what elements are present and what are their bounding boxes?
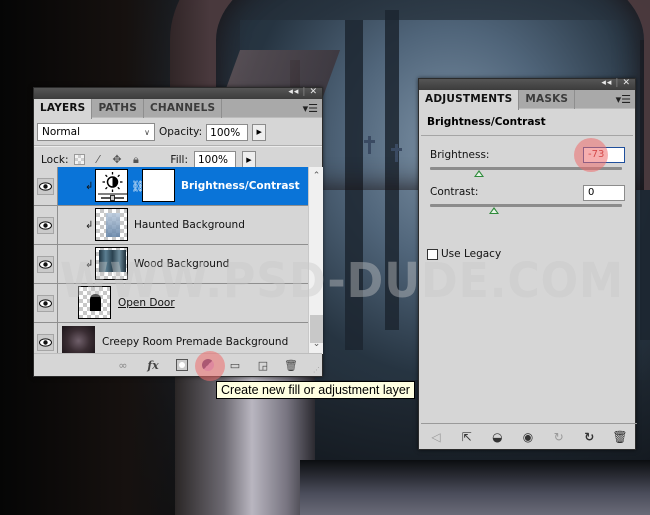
lock-label: Lock: [41, 153, 69, 166]
layer-name[interactable]: Brightness/Contrast [181, 180, 300, 192]
lock-position-icon[interactable]: ✥ [110, 153, 123, 166]
layer-row-wood-background[interactable]: ↲ Wood Background [34, 245, 308, 284]
layers-panel: ◂◂ | ✕ LAYERS PATHS CHANNELS ▾☰ Normal ∨… [33, 87, 323, 377]
tooltip: Create new fill or adjustment layer [216, 381, 415, 399]
tab-layers[interactable]: LAYERS [34, 99, 93, 119]
layers-footer: ∞ fx ▭ ◲ 🗑︎ [34, 353, 322, 376]
add-mask-icon[interactable] [176, 359, 188, 371]
brightness-contrast-icon [98, 172, 127, 201]
visibility-eye-icon[interactable] [37, 294, 54, 312]
delete-layer-icon[interactable]: 🗑︎ [284, 358, 298, 372]
panel-menu-icon[interactable]: ▾☰ [303, 102, 318, 115]
brightness-slider-track[interactable] [430, 167, 622, 170]
scroll-up-icon[interactable]: ⌃ [311, 171, 322, 183]
visibility-eye-icon[interactable] [37, 177, 54, 195]
blend-mode-value: Normal [42, 126, 80, 138]
new-group-icon[interactable]: ▭ [228, 358, 242, 372]
contrast-slider-track[interactable] [430, 204, 622, 207]
layer-mask-thumbnail[interactable] [142, 169, 175, 202]
opacity-slider-button[interactable]: ▶ [252, 123, 267, 141]
lock-image-icon[interactable]: ⁄ [91, 153, 104, 166]
layer-row-open-door[interactable]: Open Door [34, 284, 308, 323]
tab-paths[interactable]: PATHS [92, 99, 144, 118]
tab-channels[interactable]: CHANNELS [144, 99, 223, 118]
contrast-slider-thumb[interactable] [489, 207, 499, 214]
lock-all-icon[interactable]: 🔒︎ [129, 153, 142, 167]
visibility-icon[interactable]: ◉ [519, 430, 537, 444]
brightness-label: Brightness: [430, 149, 490, 161]
use-legacy-label: Use Legacy [441, 248, 502, 260]
fx-icon[interactable]: fx [144, 358, 162, 372]
close-panel-icon[interactable]: ✕ [309, 87, 318, 97]
lock-transparency-icon[interactable] [74, 154, 86, 165]
chevron-down-icon: ∨ [144, 127, 150, 137]
view-previous-icon[interactable]: ↻ [550, 430, 568, 444]
layer-name[interactable]: Haunted Background [134, 219, 245, 231]
back-icon[interactable]: ◁ [427, 430, 445, 444]
scroll-down-icon[interactable]: ⌄ [311, 339, 322, 351]
visibility-eye-icon[interactable] [37, 216, 54, 234]
adjustment-thumbnail[interactable] [95, 169, 128, 202]
resize-grip-icon[interactable]: ⋰ [313, 366, 320, 374]
new-layer-icon[interactable]: ◲ [256, 358, 270, 372]
panel-menu-icon[interactable]: ▾☰ [616, 93, 631, 106]
clipping-arrow-icon: ↲ [85, 181, 94, 192]
brightness-input[interactable]: -73 [583, 147, 625, 163]
close-panel-icon[interactable]: ✕ [622, 78, 631, 88]
layers-list: ↲ ⛓ Brightness/Contrast ↲ Haunted Backgr… [34, 167, 308, 354]
collapse-panel-icon[interactable]: ◂◂ [288, 87, 299, 97]
fill-slider-button[interactable]: ▶ [242, 151, 256, 168]
contrast-label: Contrast: [430, 186, 479, 198]
layer-row-haunted-background[interactable]: ↲ Haunted Background [34, 206, 308, 245]
panel-titlebar[interactable]: ◂◂ | ✕ [34, 87, 322, 99]
layers-tabs: LAYERS PATHS CHANNELS ▾☰ [34, 99, 322, 119]
clip-to-layer-icon[interactable]: ◒ [488, 430, 506, 444]
opacity-label: Opacity: [159, 126, 203, 138]
adjustments-footer: ◁ ⇱ ◒ ◉ ↻ ↻ 🗑︎ [421, 423, 637, 449]
delete-icon[interactable]: 🗑︎ [611, 430, 629, 444]
adjustments-panel: ◂◂ | ✕ ADJUSTMENTS MASKS ▾☰ Brightness/C… [418, 78, 637, 450]
expand-view-icon[interactable]: ⇱ [458, 430, 476, 444]
layer-thumbnail[interactable] [62, 326, 95, 354]
clipping-arrow-icon: ↲ [85, 220, 94, 231]
tab-masks[interactable]: MASKS [519, 90, 576, 109]
fill-input[interactable]: 100% [194, 151, 236, 168]
layer-row-brightness-contrast[interactable]: ↲ ⛓ Brightness/Contrast [34, 167, 308, 206]
opacity-input[interactable]: 100% [206, 123, 249, 141]
blend-row: Normal ∨ Opacity: 100% ▶ [34, 118, 322, 146]
use-legacy-checkbox[interactable] [427, 249, 438, 260]
contrast-input[interactable]: 0 [583, 185, 625, 201]
layer-name[interactable]: Wood Background [134, 258, 229, 270]
fill-label: Fill: [170, 153, 188, 166]
layer-name[interactable]: Open Door [118, 297, 175, 309]
new-adjustment-layer-icon[interactable] [202, 359, 214, 371]
tab-adjustments[interactable]: ADJUSTMENTS [419, 90, 520, 110]
blend-mode-select[interactable]: Normal ∨ [37, 123, 155, 141]
layer-thumbnail[interactable] [95, 247, 128, 280]
clipping-arrow-icon: ↲ [85, 259, 94, 270]
layers-scrollbar[interactable]: ⌃ ⌄ [308, 167, 323, 354]
panel-titlebar[interactable]: ◂◂ | ✕ [419, 78, 635, 90]
visibility-eye-icon[interactable] [37, 334, 54, 351]
collapse-panel-icon[interactable]: ◂◂ [601, 78, 612, 88]
stone-floor [300, 460, 650, 515]
layer-row-creepy-room[interactable]: Creepy Room Premade Background [34, 323, 308, 354]
layer-thumbnail[interactable] [78, 286, 111, 319]
adjustment-title: Brightness/Contrast [421, 109, 633, 136]
visibility-eye-icon[interactable] [37, 255, 54, 273]
reset-icon[interactable]: ↻ [580, 430, 598, 444]
brightness-slider-thumb[interactable] [474, 170, 485, 177]
layer-name[interactable]: Creepy Room Premade Background [102, 336, 288, 348]
layer-thumbnail[interactable] [95, 208, 128, 241]
link-layers-icon[interactable]: ∞ [116, 358, 130, 372]
adjustments-tabs: ADJUSTMENTS MASKS ▾☰ [419, 90, 635, 110]
